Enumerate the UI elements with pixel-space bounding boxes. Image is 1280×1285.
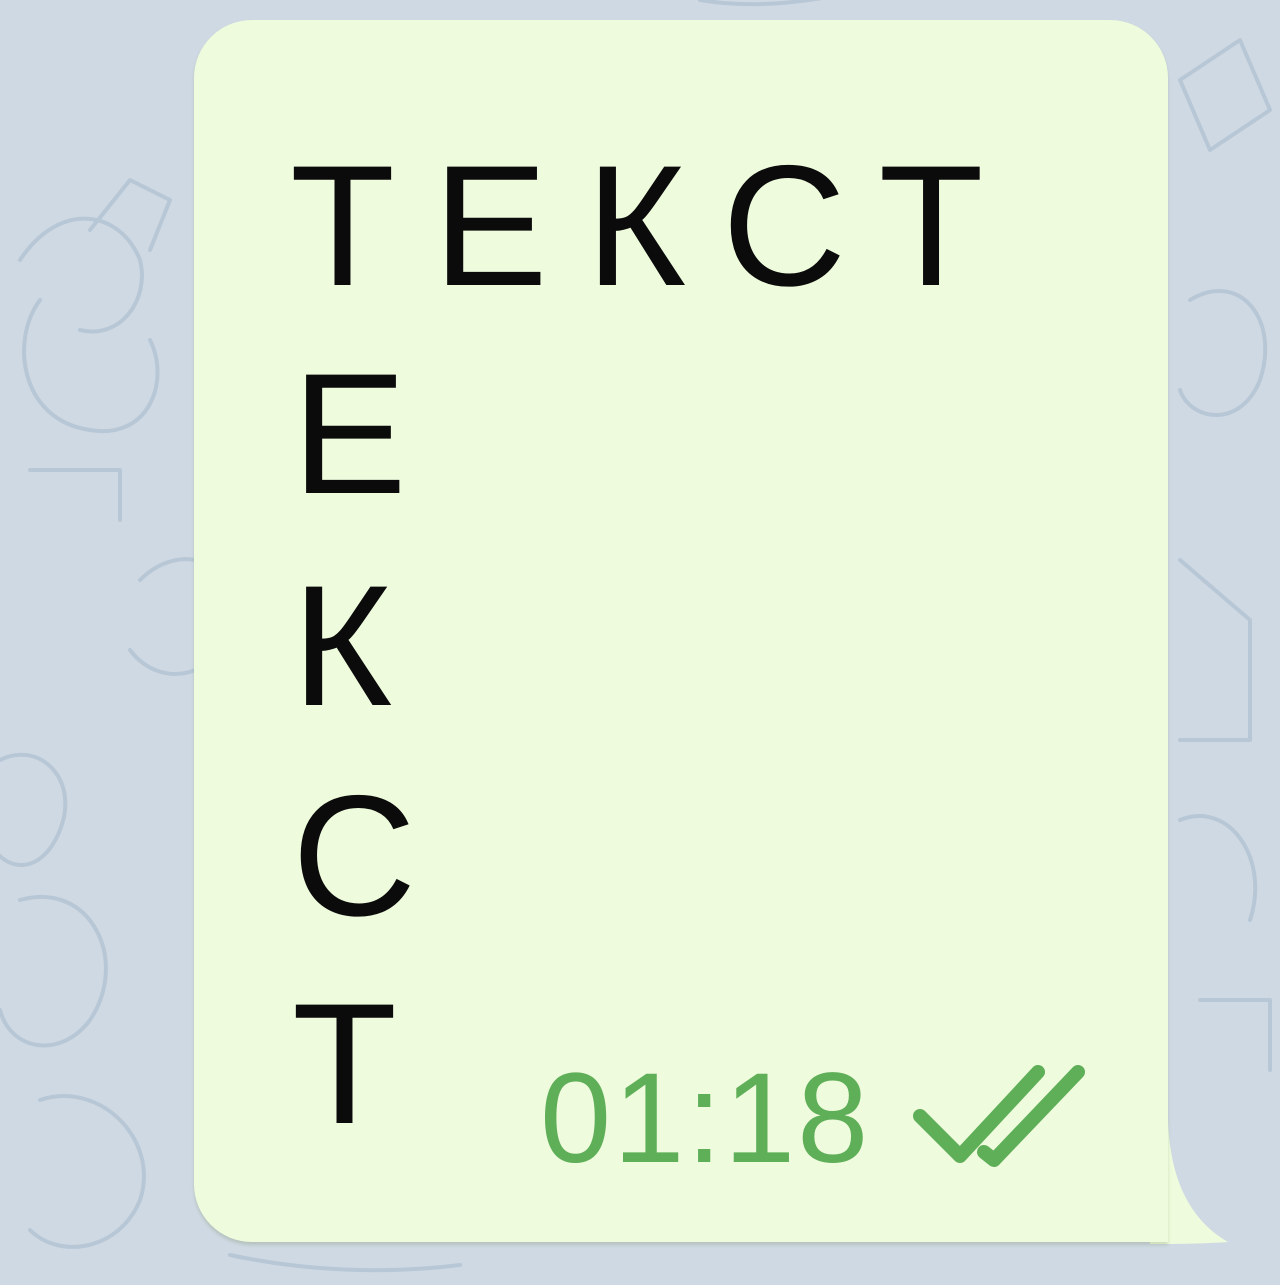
message-text-row: ТЕКСТ xyxy=(290,130,1022,322)
message-text-column-letter: К xyxy=(292,550,393,742)
message-text-column-letter: Т xyxy=(292,968,398,1160)
message-text-column-letter: С xyxy=(292,760,417,952)
message-time: 01:18 xyxy=(540,1047,871,1190)
message-text-column-letter: Е xyxy=(292,338,407,530)
double-check-read-icon xyxy=(913,1065,1086,1167)
message-meta: 01:18 xyxy=(540,1055,1092,1183)
